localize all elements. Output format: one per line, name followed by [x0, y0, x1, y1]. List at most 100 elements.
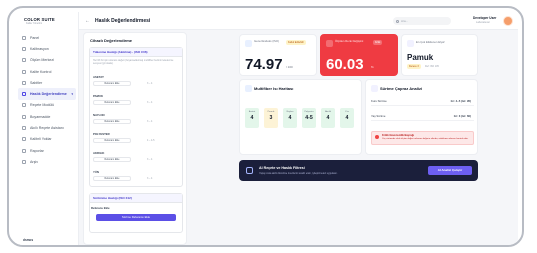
sidebar-item-label: Haslık Değerlendirme	[30, 92, 67, 97]
add-reference-button[interactable]: Referans Ekle	[93, 138, 131, 143]
crocking-box: Sürtünme Haslığı (ISO X12)	[89, 193, 183, 233]
sidebar-item-recipe[interactable]: Reçete Modülü	[18, 100, 76, 111]
category-polyester: POLYESTER Referans Ekle 4 – 4-5	[93, 132, 179, 143]
sidebar-item-label: Arşiv	[30, 159, 38, 164]
sidebar-nav: Panel Kalibrasyon Ölçüm Merkezi Kalite K…	[18, 32, 76, 168]
document-icon	[22, 148, 26, 153]
category-name: NAYLON	[93, 113, 105, 117]
sidebar-item-label: Raporlar	[30, 148, 44, 153]
droplet-icon	[22, 114, 26, 119]
flask-icon	[22, 103, 26, 108]
sparkle-icon	[22, 126, 26, 131]
crocking-row-dry: Kuru Sürtme Gr: 4–5 (Ist: 95)	[371, 98, 474, 106]
sidebar-item-archive[interactable]: Arşiv	[18, 156, 76, 167]
category-name: YÜN	[93, 170, 99, 174]
sidebar-item-label: Ölçüm Merkezi	[30, 58, 54, 63]
category-range: 3 – 4	[147, 158, 153, 161]
search-input[interactable]: Ara...	[393, 17, 451, 25]
window-frame: COLOR SUITE Kalite Yönetimi Panel Kalibr…	[7, 6, 524, 247]
sidebar: COLOR SUITE Kalite Yönetimi Panel Kalibr…	[15, 12, 79, 245]
sidebar-item-dyestuff[interactable]: Boyarmadde	[18, 111, 76, 122]
ai-banner: AI Reçete ve Haslık Filtresi Yapay zeka …	[239, 160, 478, 181]
crocking-analysis-card: Sürtme Çapraz Analizi Kuru Sürtme Gr: 4–5…	[365, 79, 478, 155]
footer-brand: dsmcs	[23, 238, 34, 242]
stat-label: Genel Endeks (ISO)	[254, 39, 280, 43]
sidebar-item-label: Boyarmadde	[30, 114, 51, 119]
status-badge: Kabul Edilebilir	[286, 40, 306, 45]
heatmap-cell: Polyester 4-5	[302, 108, 316, 128]
most-affected-fiber-card: En Çok Etkilenen Elyaf Pamuk Derece 3 Re…	[401, 34, 478, 76]
category-name: ASETAT	[93, 75, 104, 79]
status-badge: Kritik	[373, 40, 383, 45]
overall-index-value: 74.97	[245, 56, 283, 73]
critical-alert: Kritik Güvensizlik Bayrağı Yaş sürtmede …	[371, 131, 474, 145]
crocking-title: Sürtme Çapraz Analizi	[380, 86, 423, 91]
page-title: Haslık Değerlendirmesi	[95, 18, 151, 24]
multifiber-heatmap-card: Multifiber Isı Haritası Asetat 4 Pamuk 3 N…	[239, 79, 362, 155]
heatmap-cell: Pamuk 3	[264, 108, 278, 128]
row-value: Gr: 4–5 (Ist: 95)	[450, 99, 471, 103]
stat-label: En Çok Etkilenen Elyaf	[416, 40, 445, 44]
alert-title: Kritik Güvensizlik Bayrağı	[382, 134, 415, 137]
sidebar-item-constants[interactable]: Sabitler	[18, 77, 76, 88]
row-label: Kuru Sürtme	[371, 99, 387, 103]
overall-index-card: Genel Endeks (ISO) Kabul Edilebilir 74.9…	[239, 34, 317, 76]
top-bar: ← Haslık Değerlendirmesi Ara... Develope…	[79, 12, 518, 30]
ruler-icon	[22, 58, 26, 63]
heatmap-cell-label: Polyester	[304, 111, 314, 113]
alert-desc: Yaş sürtmede ıslak ölçüm değeri referans…	[382, 138, 469, 140]
heatmap-cell-value: 4	[250, 115, 254, 121]
crocking-box-title: Sürtünme Haslığı (ISO X12)	[90, 194, 182, 203]
sidebar-item-measurement[interactable]: Ölçüm Merkezi	[18, 55, 76, 66]
heatmap-cell-label: Akrilik	[325, 111, 331, 113]
color-change-card: Ölçülen Renk Değişimi Kritik 60.03 %	[320, 34, 398, 76]
sidebar-item-calibrated[interactable]: Kalibrli Yoklar	[18, 134, 76, 145]
row-value: Gr: 3 (Ist: 60)	[453, 114, 471, 118]
add-reference-button[interactable]: Referans Ekle	[93, 81, 131, 86]
category-range: 3 – 4	[147, 177, 153, 180]
sidebar-item-assistant[interactable]: Akıllı Reçete Asistanı	[18, 122, 76, 133]
heatmap-cell: Akrilik 4	[321, 108, 335, 128]
sidebar-item-label: Panel	[30, 35, 40, 40]
color-change-unit: %	[371, 65, 374, 69]
back-arrow-icon[interactable]: ←	[85, 18, 90, 24]
category-range: 3 – 4	[147, 82, 153, 85]
add-reference-button[interactable]: Referans Ekle	[93, 157, 131, 162]
sliders-icon	[22, 137, 26, 142]
sidebar-item-panel[interactable]: Panel	[18, 32, 76, 43]
heatmap-cell-value: 4	[326, 115, 330, 121]
sidebar-item-calibration[interactable]: Kalibrasyon	[18, 43, 76, 54]
add-reference-button[interactable]: Referans Ekle	[93, 100, 131, 105]
user-role: Laboratuvar	[476, 21, 490, 24]
sidebar-item-quality[interactable]: Kalite Kontrol	[18, 66, 76, 77]
heatmap-cell-label: Asetat	[248, 111, 256, 113]
category-wool: YÜN Referans Ekle 3 – 4	[93, 170, 179, 181]
category-name: PAMUK	[93, 94, 104, 98]
heatmap-cell: Naylon 4	[283, 108, 297, 128]
heatmap-cell: Yün 4	[340, 108, 354, 128]
assessment-panel: Cihazlı Değerlendirme Tükenme Haslığı (A…	[83, 32, 187, 245]
check-icon	[22, 69, 26, 74]
reference-label: Referans Ekle	[91, 206, 110, 210]
run-ai-analysis-button[interactable]: AI Analizi Çalıştır	[428, 166, 472, 175]
staining-box-desc: Her lifli bir için referans değeri (boya…	[93, 59, 174, 65]
sidebar-item-reports[interactable]: Raporlar	[18, 145, 76, 156]
add-crocking-reference-button[interactable]: Sürtme Referansı Ekle	[96, 214, 176, 221]
category-name: POLYESTER	[93, 132, 110, 136]
user-name[interactable]: Developer User	[473, 16, 496, 20]
warning-icon	[375, 135, 379, 139]
add-reference-button[interactable]: Referans Ekle	[93, 119, 131, 124]
heatmap-cell-value: 4	[288, 115, 292, 121]
sidebar-item-label: Akıllı Reçete Asistanı	[30, 126, 64, 131]
add-reference-button[interactable]: Referans Ekle	[93, 176, 131, 181]
category-acetate: ASETAT Referans Ekle 3 – 4	[93, 75, 179, 86]
panel-title: Cihazlı Değerlendirme	[90, 38, 133, 43]
sidebar-item-fastness[interactable]: Haslık Değerlendirme ▾	[18, 88, 76, 100]
avatar[interactable]	[503, 16, 513, 26]
ai-chip-icon	[246, 167, 253, 174]
heatmap-cell-label: Pamuk	[267, 111, 275, 113]
banner-title: AI Reçete ve Haslık Filtresi	[259, 166, 305, 170]
heatmap-cell-value: 3	[269, 115, 273, 121]
crocking-row-wet: Yaş Sürtme Gr: 3 (Ist: 60)	[371, 113, 474, 121]
banner-desc: Yapay zeka akıllı düzeltme önerilerini a…	[259, 172, 338, 175]
